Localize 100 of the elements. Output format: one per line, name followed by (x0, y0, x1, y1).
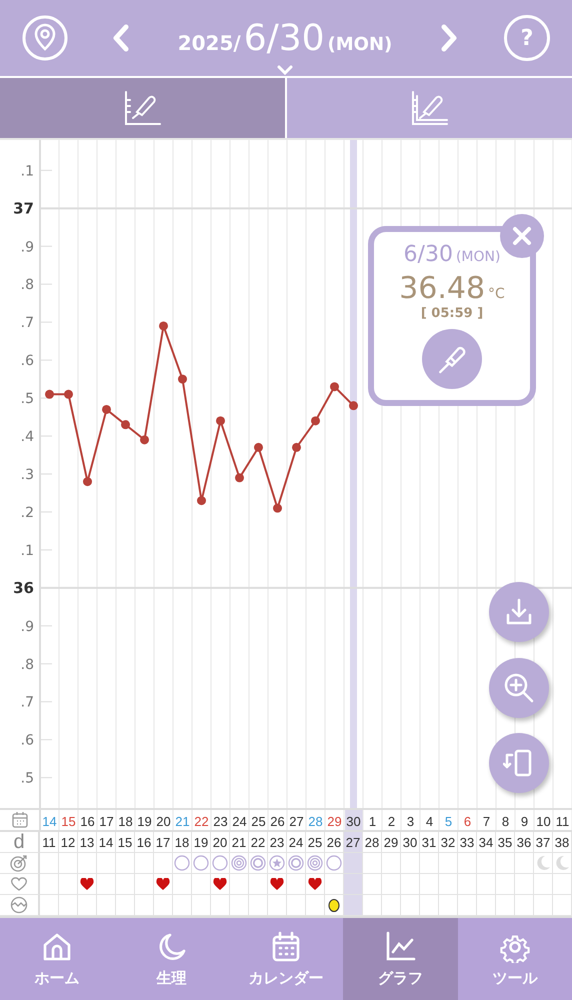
table-cell[interactable] (553, 853, 572, 874)
table-cell[interactable] (515, 895, 534, 916)
download-button[interactable] (489, 582, 549, 642)
table-cell[interactable] (363, 874, 382, 895)
data-point[interactable] (140, 435, 149, 444)
date-label[interactable]: 6 (464, 814, 472, 829)
table-cell[interactable] (344, 853, 363, 874)
table-cell[interactable] (211, 853, 230, 874)
table-cell[interactable] (553, 874, 572, 895)
table-cell[interactable] (230, 895, 249, 916)
previous-day-button[interactable] (112, 24, 130, 52)
table-cell[interactable] (78, 874, 97, 895)
table-cell[interactable] (249, 895, 268, 916)
table-cell[interactable] (458, 874, 477, 895)
table-cell[interactable] (477, 874, 496, 895)
table-cell[interactable] (40, 874, 59, 895)
table-cell[interactable] (78, 853, 97, 874)
table-cell[interactable] (306, 874, 325, 895)
table-cell[interactable] (192, 874, 211, 895)
date-label[interactable]: 10 (536, 814, 551, 829)
table-cell[interactable] (135, 874, 154, 895)
table-cell[interactable] (78, 895, 97, 916)
date-label[interactable]: 2 (388, 814, 396, 829)
date-label[interactable]: 25 (251, 814, 266, 829)
table-cell[interactable] (173, 853, 192, 874)
table-cell[interactable] (439, 895, 458, 916)
table-cell[interactable] (230, 853, 249, 874)
data-point[interactable] (216, 416, 225, 426)
data-point[interactable] (83, 477, 92, 486)
table-cell[interactable] (344, 874, 363, 895)
table-cell[interactable] (192, 853, 211, 874)
data-point[interactable] (64, 390, 73, 399)
table-cell[interactable] (382, 895, 401, 916)
table-cell[interactable] (287, 895, 306, 916)
table-cell[interactable] (553, 895, 572, 916)
table-cell[interactable] (268, 895, 287, 916)
date-label[interactable]: 24 (232, 814, 247, 829)
table-cell[interactable] (97, 853, 116, 874)
table-cell[interactable] (59, 895, 78, 916)
date-label[interactable]: 17 (99, 814, 114, 829)
date-label[interactable]: 9 (520, 814, 528, 829)
table-cell[interactable] (306, 853, 325, 874)
table-cell[interactable] (420, 874, 439, 895)
date-label[interactable]: 4 (426, 814, 434, 829)
table-cell[interactable] (154, 874, 173, 895)
table-cell[interactable] (211, 895, 230, 916)
date-label[interactable]: 30 (346, 814, 361, 829)
data-point[interactable] (235, 473, 244, 482)
rotate-screen-button[interactable] (489, 733, 549, 793)
date-label[interactable]: 11 (556, 814, 570, 829)
table-cell[interactable] (97, 874, 116, 895)
table-cell[interactable] (344, 895, 363, 916)
table-cell[interactable] (59, 874, 78, 895)
date-label[interactable]: 22 (194, 814, 209, 829)
table-cell[interactable] (534, 853, 553, 874)
table-cell[interactable] (249, 853, 268, 874)
table-cell[interactable] (230, 874, 249, 895)
table-cell[interactable] (458, 853, 477, 874)
table-cell[interactable] (135, 895, 154, 916)
table-cell[interactable] (154, 895, 173, 916)
next-day-button[interactable] (440, 24, 458, 52)
table-cell[interactable] (154, 853, 173, 874)
table-cell[interactable] (439, 874, 458, 895)
data-point[interactable] (273, 504, 282, 513)
date-label[interactable]: 29 (327, 814, 342, 829)
table-cell[interactable] (287, 853, 306, 874)
date-label[interactable]: 8 (502, 814, 510, 829)
table-cell[interactable] (40, 895, 59, 916)
table-cell[interactable] (496, 853, 515, 874)
location-button[interactable] (22, 15, 68, 61)
table-cell[interactable] (135, 853, 154, 874)
date-label[interactable]: 18 (118, 814, 133, 829)
table-cell[interactable] (116, 853, 135, 874)
date-label[interactable]: 7 (482, 814, 490, 829)
table-cell[interactable] (268, 874, 287, 895)
table-cell[interactable] (534, 895, 553, 916)
data-point[interactable] (349, 401, 358, 410)
data-point[interactable] (330, 382, 339, 392)
date-label[interactable]: 26 (270, 814, 285, 829)
table-cell[interactable] (515, 874, 534, 895)
table-cell[interactable] (268, 853, 287, 874)
table-cell[interactable] (192, 895, 211, 916)
table-cell[interactable] (116, 874, 135, 895)
data-point[interactable] (311, 416, 320, 426)
chevron-down-icon[interactable] (276, 64, 293, 74)
table-cell[interactable] (496, 874, 515, 895)
date-label[interactable]: 1 (368, 814, 376, 829)
chart-view-tab[interactable] (0, 78, 285, 138)
table-cell[interactable] (173, 895, 192, 916)
table-cell[interactable] (496, 895, 515, 916)
data-point[interactable] (45, 390, 54, 399)
table-cell[interactable] (401, 874, 420, 895)
table-cell[interactable] (287, 874, 306, 895)
table-cell[interactable] (401, 853, 420, 874)
chart-view-tab[interactable] (285, 78, 572, 138)
table-cell[interactable] (173, 874, 192, 895)
data-point[interactable] (121, 420, 130, 430)
date-label[interactable]: 19 (137, 814, 152, 829)
date-label[interactable]: 27 (289, 814, 304, 829)
table-cell[interactable] (477, 853, 496, 874)
